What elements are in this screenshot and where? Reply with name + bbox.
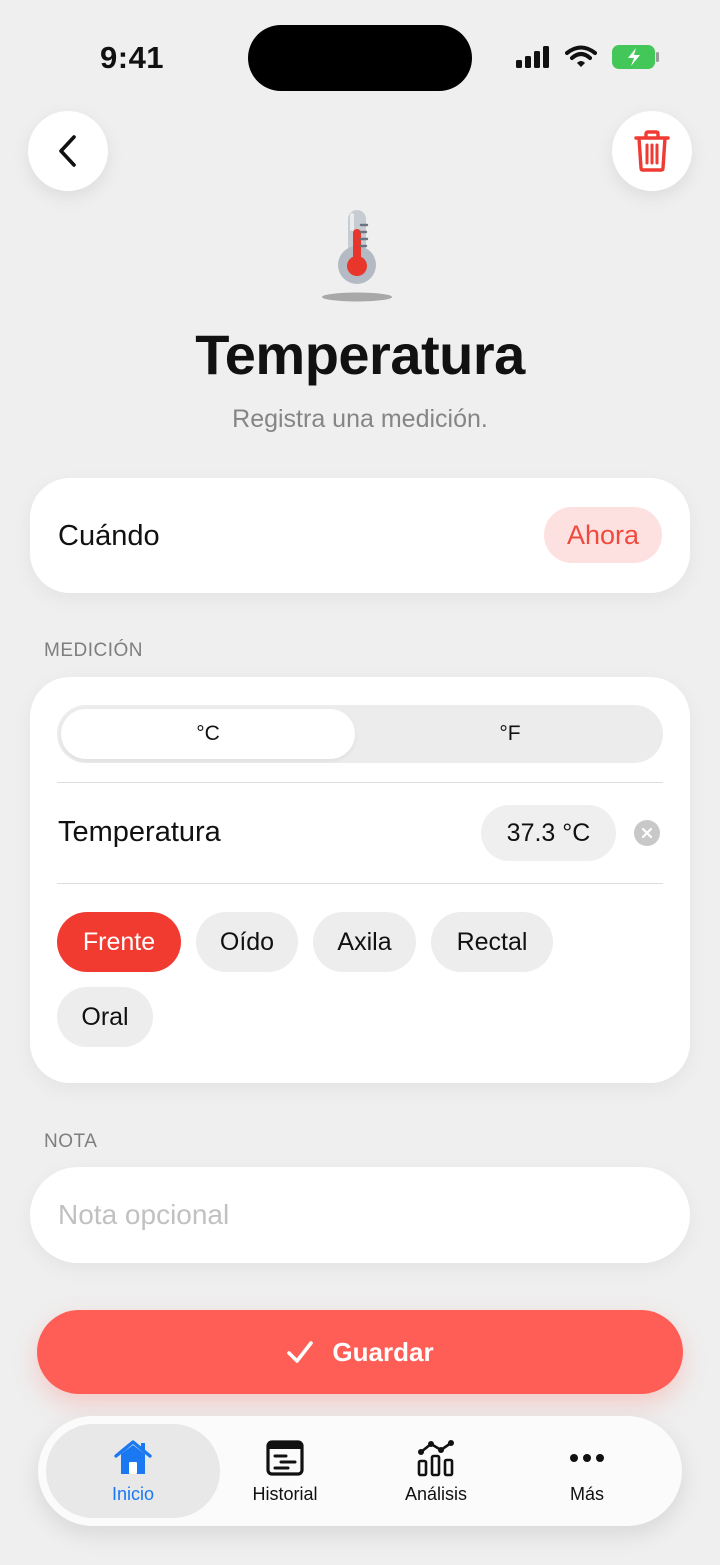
close-icon: [641, 827, 653, 839]
tab-historial-label: Historial: [252, 1483, 318, 1504]
measurement-section-label: MEDICIÓN: [44, 640, 143, 661]
tab-analisis-label: Análisis: [404, 1483, 468, 1504]
site-chip-axila[interactable]: Axila: [313, 912, 416, 972]
unit-celsius-segment[interactable]: °C: [61, 709, 355, 759]
divider: [57, 782, 663, 783]
tab-bar: Inicio Historial Análisis Más: [38, 1416, 682, 1526]
checkmark-icon: [287, 1341, 314, 1363]
page-title: Temperatura: [195, 323, 525, 386]
unit-segmented-control: °C °F: [57, 705, 663, 763]
thermometer-icon: [322, 210, 392, 302]
status-bar: 9:41: [0, 0, 720, 110]
tab-mas-label: Más: [569, 1483, 604, 1504]
site-chip-frente[interactable]: Frente: [57, 912, 181, 972]
site-chip-rectal[interactable]: Rectal: [431, 912, 553, 972]
tab-inicio[interactable]: Inicio: [46, 1424, 220, 1518]
more-icon: [567, 1438, 607, 1478]
save-button-label: Guardar: [332, 1336, 434, 1367]
delete-button[interactable]: [612, 111, 692, 191]
tab-analisis[interactable]: Análisis: [360, 1424, 512, 1518]
note-input[interactable]: [58, 1167, 658, 1263]
trash-icon: [634, 130, 670, 172]
divider: [57, 883, 663, 884]
note-card: [30, 1167, 690, 1263]
analysis-icon: [416, 1438, 456, 1478]
tab-inicio-label: Inicio: [111, 1483, 155, 1504]
page-subtitle: Registra una medición.: [232, 405, 488, 433]
save-button[interactable]: Guardar: [37, 1310, 683, 1394]
back-button[interactable]: [28, 111, 108, 191]
battery-charging-icon: [612, 45, 659, 69]
tab-mas[interactable]: Más: [512, 1424, 662, 1518]
site-chip-oido[interactable]: Oído: [196, 912, 298, 972]
signal-icon: [516, 46, 549, 68]
wifi-icon: [565, 45, 597, 67]
when-label: Cuándo: [58, 520, 160, 552]
temperature-value-field[interactable]: 37.3 °C: [481, 805, 616, 861]
date-time-picker-button[interactable]: Ahora: [544, 507, 662, 563]
temperature-label: Temperatura: [58, 816, 221, 848]
when-card: Cuándo Ahora: [30, 478, 690, 593]
dynamic-island: [248, 25, 472, 91]
chevron-left-icon: [59, 135, 76, 167]
status-time: 9:41: [100, 40, 165, 75]
tab-historial[interactable]: Historial: [210, 1424, 360, 1518]
clear-value-button[interactable]: [634, 820, 660, 846]
site-chip-oral[interactable]: Oral: [57, 987, 153, 1047]
home-icon: [113, 1438, 153, 1478]
history-icon: [265, 1438, 305, 1478]
note-section-label: NOTA: [44, 1131, 98, 1152]
measurement-card: °C °F Temperatura 37.3 °C Frente Oído Ax…: [30, 677, 690, 1083]
status-icons: [515, 44, 661, 70]
unit-fahrenheit-segment[interactable]: °F: [361, 709, 659, 759]
